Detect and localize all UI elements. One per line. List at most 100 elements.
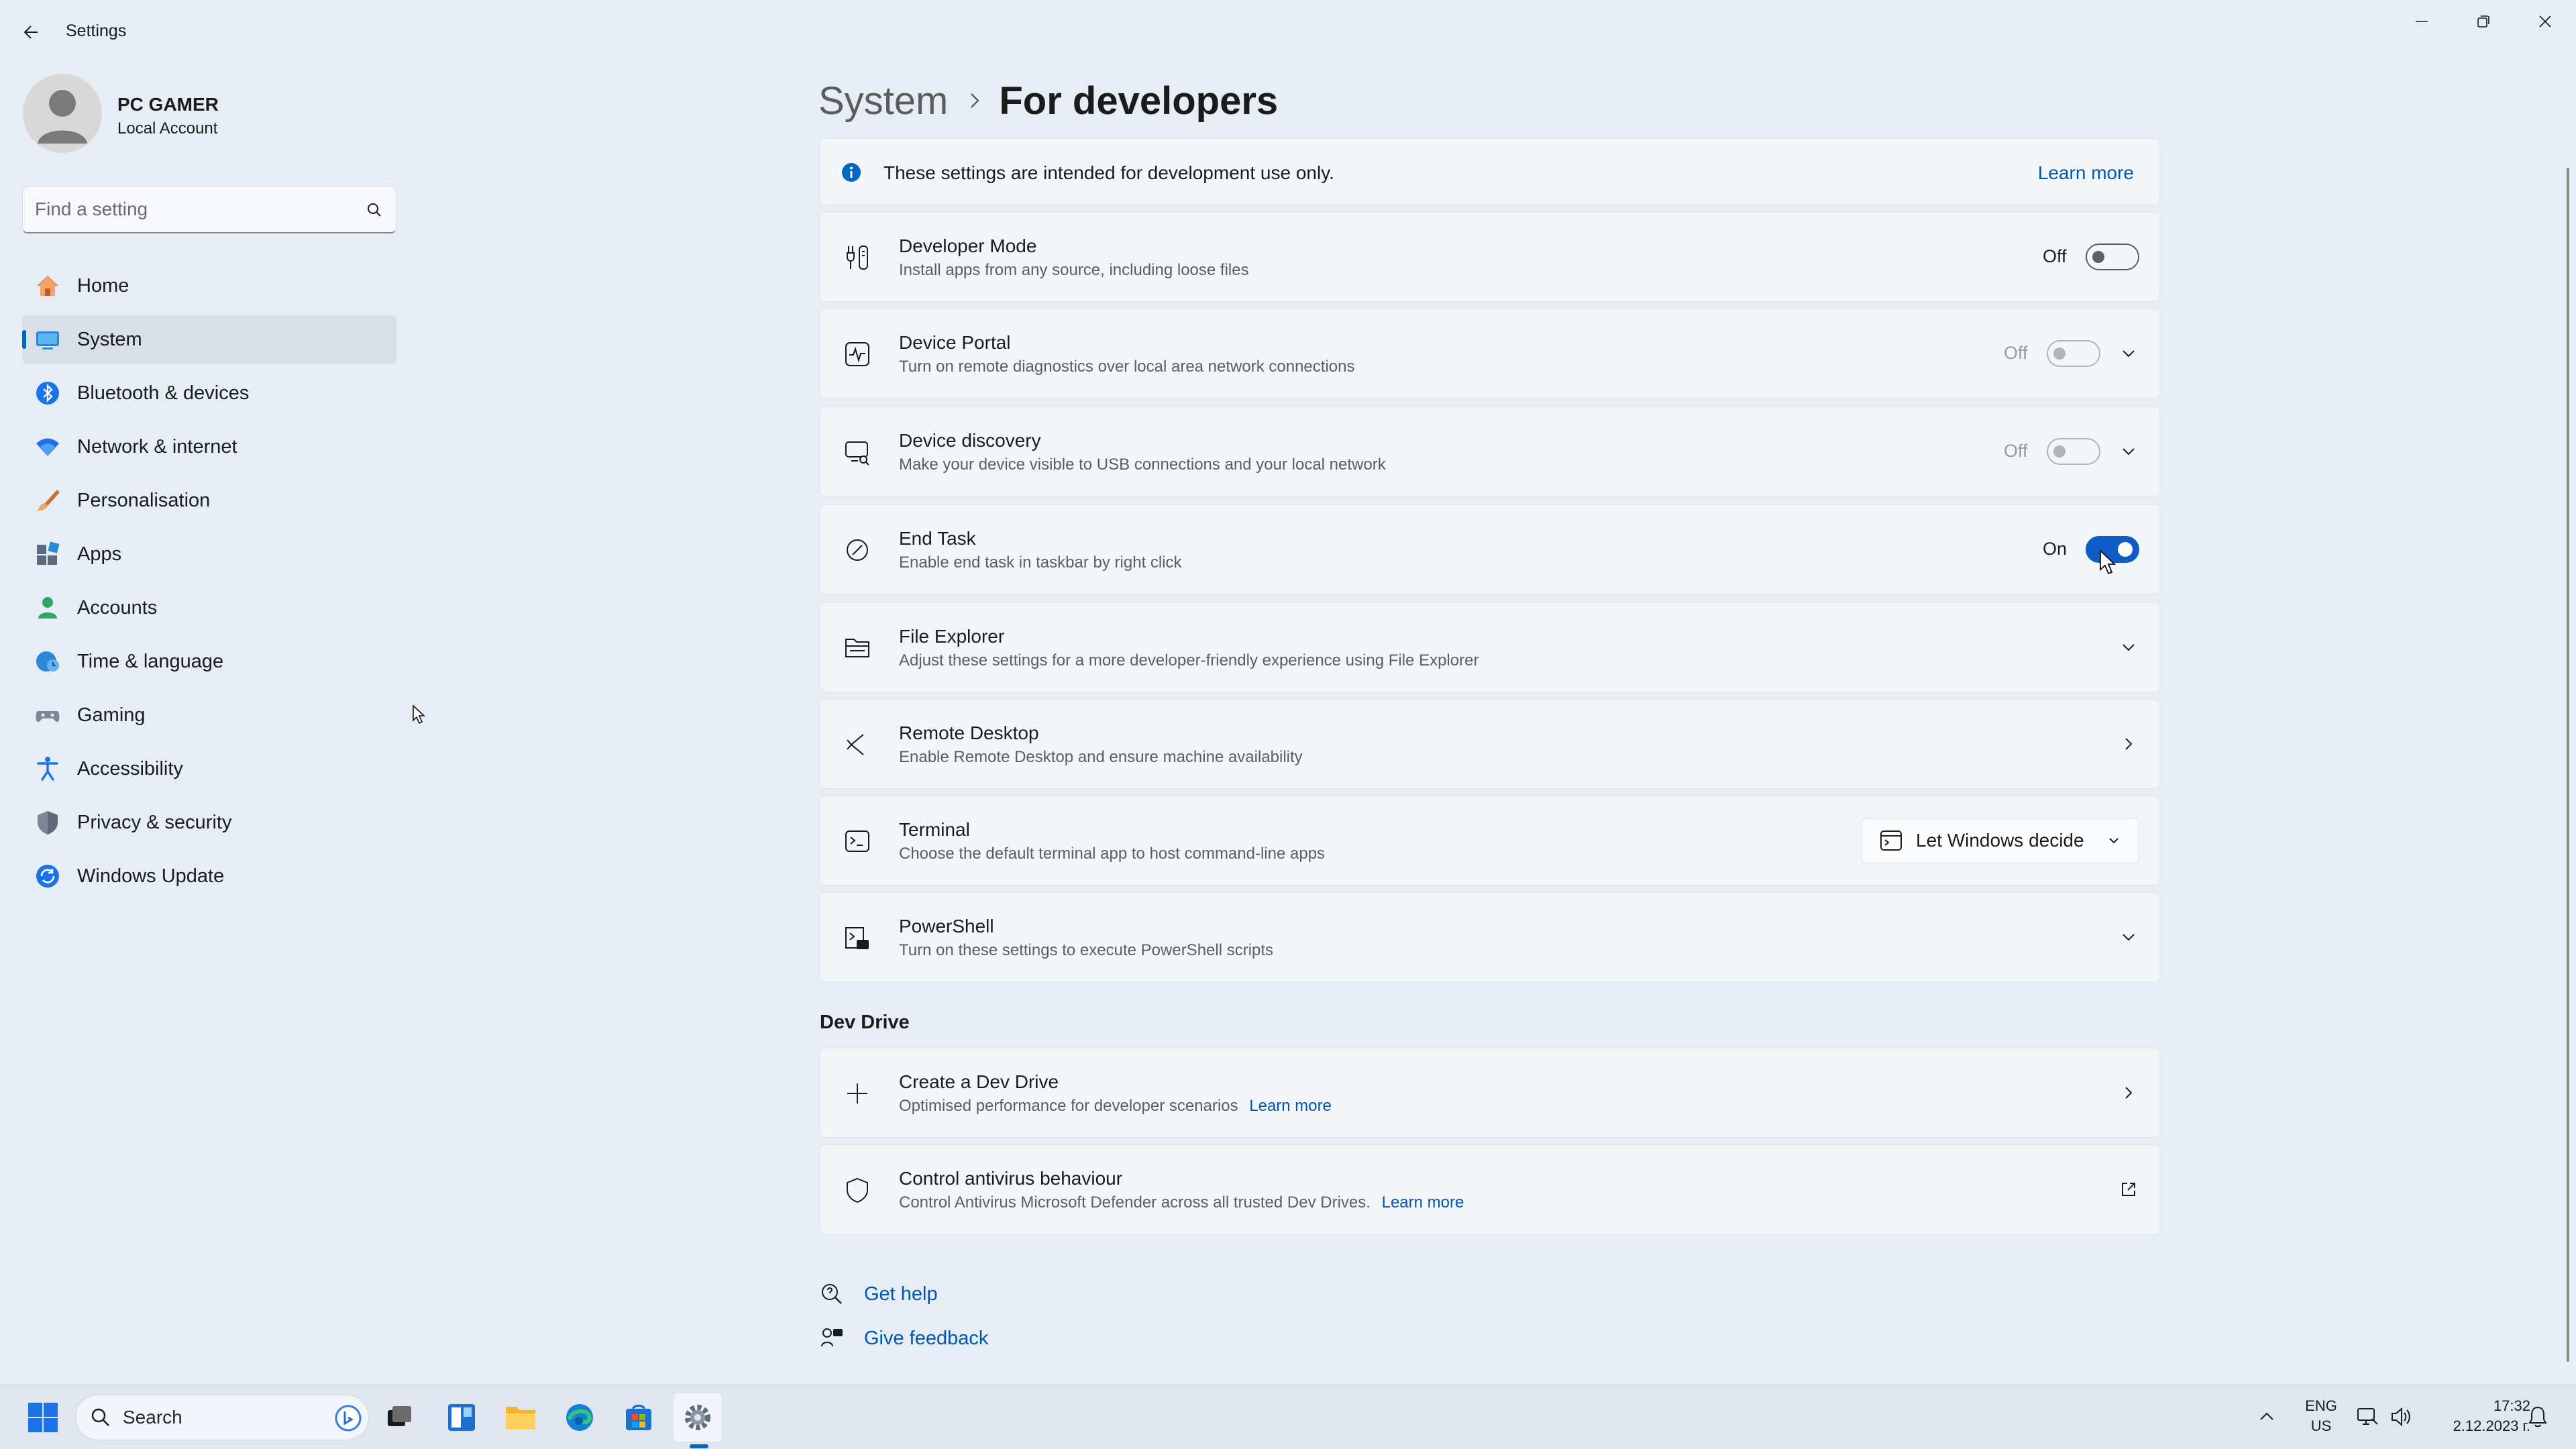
give-feedback-label: Give feedback bbox=[864, 1327, 989, 1349]
scrollbar[interactable] bbox=[2567, 168, 2569, 1362]
accounts-icon bbox=[33, 593, 62, 623]
remote-desktop-icon bbox=[842, 729, 873, 760]
chevron-down-icon bbox=[2109, 838, 2118, 844]
chevron-up-icon[interactable] bbox=[2258, 1408, 2275, 1426]
remote-desktop-card[interactable]: Remote Desktop Enable Remote Desktop and… bbox=[820, 699, 2160, 789]
clock[interactable]: 17:32 2.12.2023 г. bbox=[2426, 1396, 2530, 1436]
breadcrumb: System For developers bbox=[818, 74, 1278, 127]
avatar[interactable] bbox=[23, 74, 102, 153]
start-button[interactable] bbox=[19, 1393, 67, 1442]
toggle-state-label: Off bbox=[2004, 441, 2028, 461]
chevron-right-icon[interactable] bbox=[2115, 1079, 2142, 1106]
breadcrumb-parent[interactable]: System bbox=[818, 78, 948, 123]
edge-browser-button[interactable] bbox=[555, 1393, 604, 1442]
sidebar-item-accessibility[interactable]: Accessibility bbox=[22, 745, 396, 793]
device-discovery-toggle[interactable] bbox=[2047, 438, 2100, 465]
end-task-icon bbox=[842, 535, 873, 566]
file-explorer-card[interactable]: File Explorer Adjust these settings for … bbox=[820, 602, 2160, 692]
setting-title: Developer Mode bbox=[899, 235, 1037, 256]
clock-time: 17:32 bbox=[2493, 1397, 2530, 1414]
setting-description: Adjust these settings for a more develop… bbox=[899, 651, 1479, 669]
bluetooth-icon bbox=[33, 378, 62, 408]
get-help-link[interactable]: Get help bbox=[820, 1277, 938, 1311]
external-link-icon[interactable] bbox=[2115, 1176, 2142, 1203]
system-icon bbox=[33, 325, 62, 354]
globe-clock-icon bbox=[33, 647, 62, 676]
sidebar-item-accounts[interactable]: Accounts bbox=[22, 584, 396, 632]
language-indicator[interactable]: ENG US bbox=[2301, 1396, 2341, 1436]
chevron-down-icon[interactable] bbox=[2115, 438, 2142, 465]
wifi-icon bbox=[33, 432, 62, 462]
chevron-down-icon[interactable] bbox=[2115, 924, 2142, 951]
info-icon bbox=[842, 163, 861, 182]
info-banner-text: These settings are intended for developm… bbox=[883, 162, 1334, 183]
toggle-state-label: On bbox=[2043, 539, 2068, 559]
sidebar-item-time-language[interactable]: Time & language bbox=[22, 637, 396, 686]
restore-button[interactable] bbox=[2453, 0, 2514, 43]
setting-title: Create a Dev Drive bbox=[899, 1071, 1059, 1092]
network-icon[interactable] bbox=[2356, 1405, 2379, 1428]
setting-description: Optimised performance for developer scen… bbox=[899, 1097, 1332, 1116]
section-header-dev-drive: Dev Drive bbox=[820, 1012, 910, 1033]
chevron-down-icon[interactable] bbox=[2115, 340, 2142, 367]
notification-bell-icon[interactable] bbox=[2528, 1405, 2548, 1428]
terminal-app-dropdown[interactable]: Let Windows decide bbox=[1862, 818, 2139, 863]
task-view-button[interactable] bbox=[376, 1393, 424, 1442]
gamepad-icon bbox=[33, 700, 62, 730]
sidebar-item-network[interactable]: Network & internet bbox=[22, 423, 396, 471]
sidebar-item-home[interactable]: Home bbox=[22, 262, 396, 310]
get-help-icon bbox=[822, 1284, 842, 1304]
create-dev-drive-learn-more-link[interactable]: Learn more bbox=[1249, 1097, 1332, 1115]
setting-title: Device discovery bbox=[899, 430, 1041, 451]
selection-indicator bbox=[22, 330, 26, 349]
powershell-card[interactable]: PowerShell Turn on these settings to exe… bbox=[820, 892, 2160, 982]
sidebar-item-label: Windows Update bbox=[77, 865, 225, 887]
sidebar-item-apps[interactable]: Apps bbox=[22, 530, 396, 578]
sidebar-item-bluetooth-devices[interactable]: Bluetooth & devices bbox=[22, 369, 396, 417]
search-icon[interactable] bbox=[366, 202, 382, 218]
edge-icon bbox=[566, 1404, 593, 1431]
widgets-button[interactable] bbox=[437, 1393, 486, 1442]
info-learn-more-link[interactable]: Learn more bbox=[2038, 162, 2134, 184]
create-dev-drive-card[interactable]: Create a Dev Drive Optimised performance… bbox=[820, 1048, 2160, 1138]
description-text: Control Antivirus Microsoft Defender acr… bbox=[899, 1193, 1371, 1212]
device-portal-card[interactable]: Device Portal Turn on remote diagnostics… bbox=[820, 309, 2160, 398]
region-code: US bbox=[2310, 1417, 2332, 1434]
file-explorer-taskbar-button[interactable] bbox=[496, 1393, 545, 1442]
taskbar: Search ENG US 17:32 2.12.2023 г. bbox=[0, 1385, 2576, 1449]
home-icon bbox=[33, 271, 62, 301]
settings-taskbar-button[interactable] bbox=[674, 1393, 722, 1442]
setting-title: Device Portal bbox=[899, 332, 1011, 353]
chevron-right-icon[interactable] bbox=[2115, 731, 2142, 757]
search-input[interactable] bbox=[35, 187, 357, 231]
sidebar-item-windows-update[interactable]: Windows Update bbox=[22, 852, 396, 900]
antivirus-learn-more-link[interactable]: Learn more bbox=[1382, 1193, 1464, 1212]
setting-title: Terminal bbox=[899, 819, 970, 840]
sidebar-item-gaming[interactable]: Gaming bbox=[22, 691, 396, 739]
task-view-icon bbox=[388, 1406, 411, 1426]
plus-icon bbox=[842, 1078, 873, 1109]
terminal-icon bbox=[842, 826, 873, 857]
volume-icon[interactable] bbox=[2390, 1405, 2412, 1428]
sidebar-item-privacy-security[interactable]: Privacy & security bbox=[22, 798, 396, 847]
microsoft-store-button[interactable] bbox=[614, 1393, 663, 1442]
chevron-down-icon[interactable] bbox=[2115, 634, 2142, 661]
minimize-button[interactable] bbox=[2391, 0, 2453, 43]
setting-title: File Explorer bbox=[899, 626, 1005, 647]
sidebar-item-label: Privacy & security bbox=[77, 811, 232, 833]
sidebar-item-system[interactable]: System bbox=[22, 315, 396, 364]
taskbar-search[interactable]: Search bbox=[75, 1395, 369, 1440]
dropdown-selected-value: Let Windows decide bbox=[1916, 830, 2084, 851]
device-portal-toggle[interactable] bbox=[2047, 340, 2100, 367]
control-antivirus-card[interactable]: Control antivirus behaviour Control Anti… bbox=[820, 1144, 2160, 1234]
sidebar-item-label: Personalisation bbox=[77, 489, 211, 511]
device-discovery-card[interactable]: Device discovery Make your device visibl… bbox=[820, 407, 2160, 496]
get-help-label: Get help bbox=[864, 1283, 938, 1305]
back-button[interactable] bbox=[16, 19, 46, 46]
update-icon bbox=[33, 861, 62, 891]
developer-mode-toggle[interactable] bbox=[2086, 244, 2139, 270]
sidebar-item-personalisation[interactable]: Personalisation bbox=[22, 476, 396, 525]
close-button[interactable] bbox=[2514, 0, 2576, 43]
give-feedback-link[interactable]: Give feedback bbox=[820, 1322, 988, 1355]
setting-title: Remote Desktop bbox=[899, 722, 1039, 743]
